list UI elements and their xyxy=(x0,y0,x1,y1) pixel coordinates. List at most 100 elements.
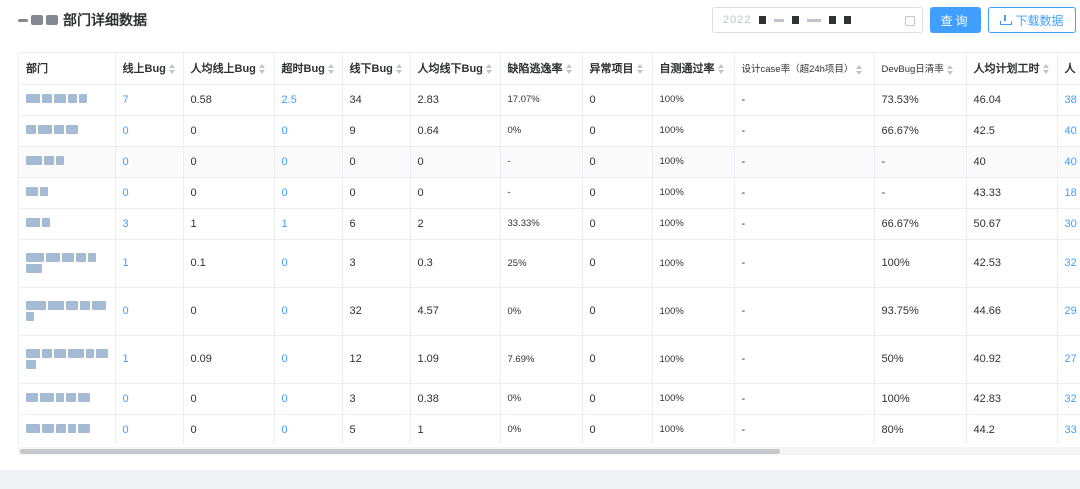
dept-cell-redacted xyxy=(19,287,116,336)
table-row: 3 1 1 6 2 33.33% 0 100% -66.67% 50.67 30 xyxy=(19,208,1080,240)
table-cell: 4.57 xyxy=(410,287,501,336)
table-cell-link[interactable]: 1 xyxy=(115,239,184,288)
table-cell-link[interactable]: 0 xyxy=(115,115,184,147)
dept-cell-redacted xyxy=(19,335,116,384)
table-cell: 0 xyxy=(582,239,653,288)
table-cell: 1 xyxy=(410,414,501,444)
col-header-avg-planned-hours[interactable]: 人均计划工时 xyxy=(966,53,1058,85)
redacted-block xyxy=(26,423,40,433)
sort-icon[interactable] xyxy=(327,64,334,75)
table-cell-link[interactable]: 0 xyxy=(274,146,343,178)
table-cell-link[interactable]: 2.5 xyxy=(274,84,343,116)
redacted-block xyxy=(46,253,60,262)
sort-icon[interactable] xyxy=(636,64,643,75)
table-cell: 32 xyxy=(342,287,411,336)
table-cell: 0% xyxy=(500,287,583,336)
table-cell: 3 xyxy=(342,239,411,288)
sort-icon[interactable] xyxy=(258,64,265,75)
table-cell-link[interactable]: 0 xyxy=(115,383,184,415)
col-header-devbug-clear-rate[interactable]: DevBug日清率 xyxy=(874,53,967,85)
table-cell: 100% xyxy=(652,383,735,415)
redacted-block xyxy=(54,124,64,134)
table-cell-link[interactable]: 32 xyxy=(1057,383,1080,415)
table-cell-link[interactable]: 32 xyxy=(1057,239,1080,288)
table-cell: - xyxy=(734,146,875,178)
table-cell-link[interactable]: 3 xyxy=(115,208,184,240)
table-cell-link[interactable]: 0 xyxy=(274,287,343,336)
table-cell: 50% xyxy=(874,335,967,384)
date-range-picker[interactable]: 2022 xyxy=(712,7,923,33)
table-cell: 42.5 xyxy=(966,115,1058,147)
page-footer xyxy=(0,470,1080,489)
table-cell-link[interactable]: 30 xyxy=(1057,208,1080,240)
table-cell-link[interactable]: 29 xyxy=(1057,287,1080,336)
redacted-block xyxy=(86,349,94,358)
table-cell: 0 xyxy=(582,146,653,178)
table-cell: 2.83 xyxy=(410,84,501,116)
download-button[interactable]: 下载数据 xyxy=(988,7,1076,33)
col-header-abnormal-projects[interactable]: 异常项目 xyxy=(582,53,653,85)
table-cell-link[interactable]: 0 xyxy=(274,115,343,147)
scrollbar-thumb[interactable] xyxy=(20,449,780,454)
table-cell-link[interactable]: 40 xyxy=(1057,115,1080,147)
sort-icon[interactable] xyxy=(1042,64,1049,75)
sort-icon[interactable] xyxy=(946,64,953,75)
sort-icon[interactable] xyxy=(485,64,492,75)
table-cell-link[interactable]: 0 xyxy=(115,146,184,178)
col-header-selftest-pass-rate[interactable]: 自测通过率 xyxy=(652,53,735,85)
table-cell-link[interactable]: 0 xyxy=(274,177,343,209)
redacted-block xyxy=(79,93,87,103)
redacted-text xyxy=(26,93,108,103)
col-header-avg-offline-bug[interactable]: 人均线下Bug xyxy=(410,53,501,85)
table-cell-link[interactable]: 27 xyxy=(1057,335,1080,384)
sort-icon[interactable] xyxy=(856,64,863,75)
sort-icon[interactable] xyxy=(395,64,402,75)
table-cell-link[interactable]: 1 xyxy=(115,335,184,384)
table-cell-link[interactable]: 0 xyxy=(115,414,184,444)
table-cell-link[interactable]: 0 xyxy=(274,383,343,415)
col-header-escape-rate[interactable]: 缺陷逃逸率 xyxy=(500,53,583,85)
table-cell-link[interactable]: 0 xyxy=(115,287,184,336)
redacted-text xyxy=(26,253,108,273)
table-cell-link[interactable]: 40 xyxy=(1057,146,1080,178)
table-cell: 25% xyxy=(500,239,583,288)
dept-cell-redacted xyxy=(19,208,116,240)
horizontal-scrollbar[interactable] xyxy=(18,447,1080,455)
table-cell: 0% xyxy=(500,383,583,415)
sort-icon[interactable] xyxy=(565,64,572,75)
dept-data-table: 部门 线上Bug 人均线上Bug 超时Bug 线下Bug 人均线下Bug 缺陷逃… xyxy=(18,52,1080,444)
table-cell-link[interactable]: 0 xyxy=(274,414,343,444)
table-cell: 100% xyxy=(652,239,735,288)
table-cell: 100% xyxy=(652,208,735,240)
table-cell: 100% xyxy=(652,287,735,336)
col-header-offline-bug[interactable]: 线下Bug xyxy=(342,53,411,85)
table-cell-link[interactable]: 0 xyxy=(274,335,343,384)
col-header-overdue-bug[interactable]: 超时Bug xyxy=(274,53,343,85)
table-cell-link[interactable]: 33 xyxy=(1057,414,1080,444)
table-cell-link[interactable]: 38 xyxy=(1057,84,1080,116)
table-cell-link[interactable]: 7 xyxy=(115,84,184,116)
table-cell: 0 xyxy=(183,146,275,178)
redacted-block xyxy=(48,301,64,310)
redacted-block xyxy=(42,423,54,433)
table-cell: 9 xyxy=(342,115,411,147)
table-cell: 42.53 xyxy=(966,239,1058,288)
col-header-dept: 部门 xyxy=(19,53,116,85)
redacted-block xyxy=(26,349,40,358)
table-cell-link[interactable]: 0 xyxy=(115,177,184,209)
query-button[interactable]: 查询 xyxy=(930,7,981,33)
col-header-avg-online-bug[interactable]: 人均线上Bug xyxy=(183,53,275,85)
download-icon xyxy=(1000,15,1013,25)
table-cell-link[interactable]: 1 xyxy=(274,208,343,240)
table-cell-link[interactable]: 0 xyxy=(274,239,343,288)
col-header-online-bug[interactable]: 线上Bug xyxy=(115,53,184,85)
table-cell: 46.04 xyxy=(966,84,1058,116)
sort-icon[interactable] xyxy=(168,64,175,75)
col-header-design-case-rate[interactable]: 设计case率（超24h项目） xyxy=(734,53,875,85)
table-cell: 40.92 xyxy=(966,335,1058,384)
table-cell-link[interactable]: 18 xyxy=(1057,177,1080,209)
table-cell: 5 xyxy=(342,414,411,444)
redacted-block xyxy=(26,392,38,402)
sort-icon[interactable] xyxy=(717,64,724,75)
redacted-block xyxy=(56,155,64,165)
